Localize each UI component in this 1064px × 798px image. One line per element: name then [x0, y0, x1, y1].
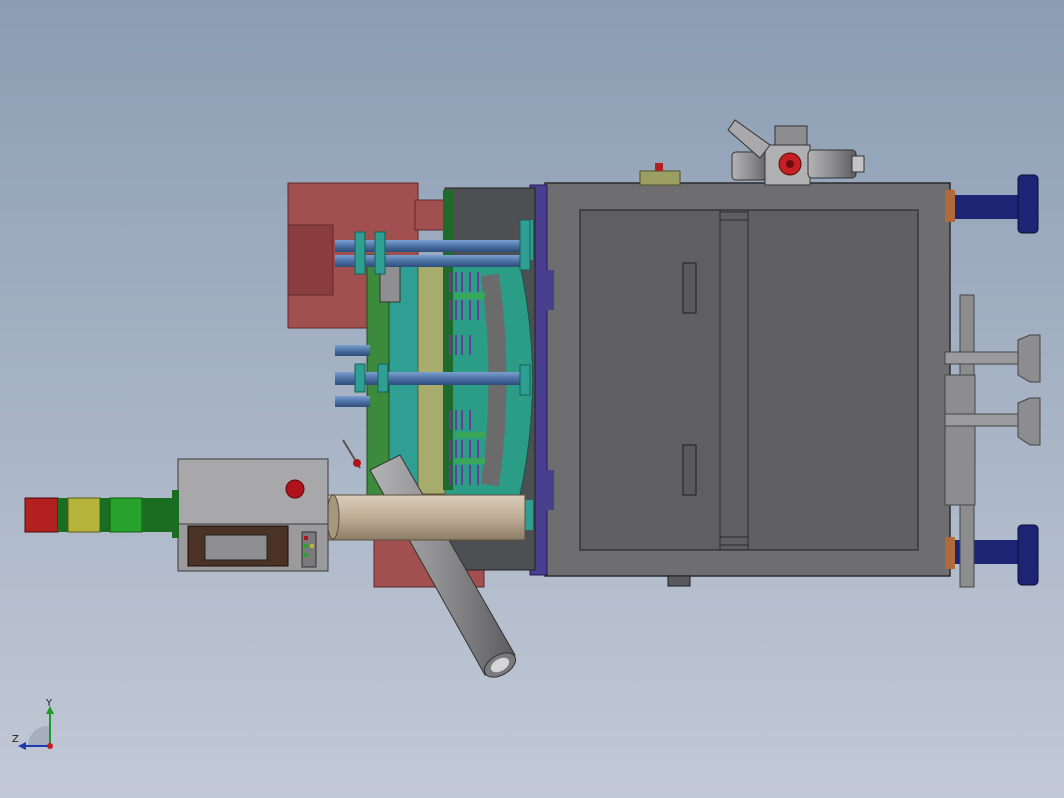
triad-hub	[27, 725, 50, 746]
view-orientation-triad: Y Z	[10, 698, 70, 760]
cad-viewport[interactable]: Y Z	[0, 0, 1064, 798]
mold-assembly-top-view[interactable]	[0, 0, 1064, 798]
mold-base	[544, 182, 955, 587]
triad-y-label: Y	[46, 698, 53, 709]
triad-z-label: Z	[12, 734, 19, 745]
x-axis-arrow	[47, 743, 53, 749]
control-box	[177, 458, 329, 572]
